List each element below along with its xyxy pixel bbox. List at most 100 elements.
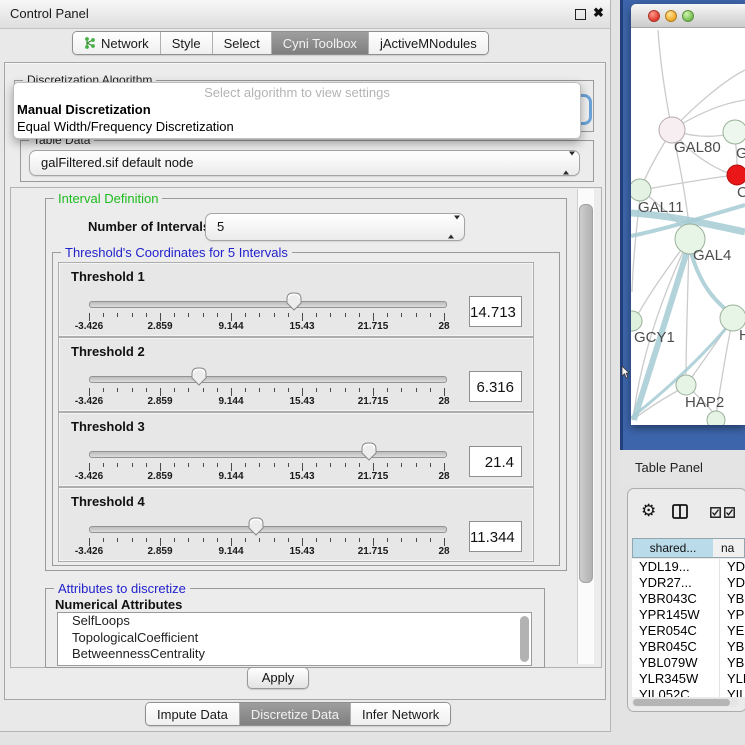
- table-row[interactable]: YBL079WYBL0: [632, 655, 745, 671]
- table-hscrollbar-track[interactable]: [632, 698, 738, 707]
- num-intervals-label: Number of Intervals: [88, 219, 210, 234]
- threshold-value-field[interactable]: 21.4: [469, 446, 522, 477]
- zoom-light[interactable]: [682, 10, 694, 22]
- cell-name[interactable]: YER0: [719, 623, 745, 639]
- checkbox-icon[interactable]: [710, 507, 721, 518]
- table-data-combo[interactable]: galFiltered.sif default node: [29, 150, 580, 176]
- threshold-panel: Threshold 3 21.4 -3.4262.8599.14415.4321…: [58, 412, 534, 487]
- bottom-tab-bar: Impute Data Discretize Data Infer Networ…: [145, 702, 451, 726]
- node-label-hap2: HAP2: [685, 394, 724, 411]
- table-hscrollbar-thumb[interactable]: [633, 699, 730, 706]
- node-gal11[interactable]: [631, 179, 651, 201]
- threshold-slider-thumb[interactable]: [361, 442, 377, 461]
- close-light[interactable]: [648, 10, 660, 22]
- numerical-attributes-list[interactable]: SelfLoopsTopologicalCoefficientBetweenne…: [57, 612, 532, 666]
- threshold-slider-track[interactable]: [89, 376, 447, 383]
- screenshot-root: Control Panel ✖ Network Style: [0, 0, 745, 745]
- cell-name[interactable]: YDR2: [719, 575, 745, 591]
- cell-name[interactable]: YDL1: [719, 559, 745, 575]
- checkbox-icon[interactable]: [724, 507, 735, 518]
- slider-tick-label: 9.144: [218, 471, 243, 482]
- close-icon[interactable]: ✖: [593, 5, 604, 21]
- column-header-name[interactable]: na: [713, 538, 745, 558]
- settings-gear-icon[interactable]: ⚙: [641, 501, 656, 521]
- table-rows[interactable]: YDL19...YDL1YDR27...YDR2YBR043CYBR0YPR14…: [632, 559, 745, 697]
- table-row[interactable]: YIL052CYIL0: [632, 687, 745, 697]
- dropdown-option-equal-width[interactable]: Equal Width/Frequency Discretization: [17, 119, 234, 134]
- threshold-slider-thumb[interactable]: [191, 367, 207, 386]
- threshold-value-field[interactable]: 6.316: [469, 371, 522, 402]
- mouse-cursor: [621, 366, 630, 379]
- column-header-shared[interactable]: shared...: [632, 538, 714, 558]
- threshold-slider-thumb[interactable]: [286, 292, 302, 311]
- cell-shared-name[interactable]: YBR045C: [632, 639, 719, 655]
- cell-name[interactable]: YBL0: [719, 655, 745, 671]
- node-clipped-top[interactable]: [723, 120, 745, 144]
- tab-label: jActiveMNodules: [380, 36, 477, 51]
- slider-tick-label: 21.715: [358, 471, 389, 482]
- cell-name[interactable]: YLR3: [719, 671, 745, 687]
- list-scrollbar-thumb[interactable]: [520, 616, 529, 662]
- threshold-slider-track[interactable]: [89, 451, 447, 458]
- cell-shared-name[interactable]: YDR27...: [632, 575, 719, 591]
- cell-name[interactable]: YIL0: [719, 687, 745, 697]
- split-columns-icon[interactable]: [672, 504, 688, 519]
- table-row[interactable]: YER054CYER0: [632, 623, 745, 639]
- cell-name[interactable]: YBR0: [719, 591, 745, 607]
- num-intervals-combo[interactable]: 5: [205, 213, 465, 241]
- attribute-item[interactable]: BetweennessCentrality: [58, 646, 531, 663]
- node-clipped-bottom[interactable]: [707, 411, 725, 425]
- table-row[interactable]: YPR145WYPR1: [632, 607, 745, 623]
- tab-discretize-data[interactable]: Discretize Data: [239, 703, 350, 725]
- settings-scrollbar-thumb[interactable]: [579, 204, 593, 583]
- node-label-clipped-mid: C: [737, 184, 745, 201]
- tab-label: Network: [101, 36, 149, 51]
- threshold-slider-track[interactable]: [89, 526, 447, 533]
- tab-label: Impute Data: [157, 707, 228, 722]
- table-row[interactable]: YLR345WYLR3: [632, 671, 745, 687]
- settings-scrollbar-track[interactable]: [577, 189, 594, 664]
- apply-button[interactable]: Apply: [247, 667, 309, 689]
- slider-tick-label: 9.144: [218, 321, 243, 332]
- network-window-titlebar[interactable]: [631, 4, 745, 28]
- dropdown-option-manual[interactable]: Manual Discretization: [17, 102, 151, 117]
- table-row[interactable]: YDL19...YDL1: [632, 559, 745, 575]
- attribute-item[interactable]: SelfLoops: [58, 613, 531, 630]
- slider-tick-label: 21.715: [358, 396, 389, 407]
- minimize-light[interactable]: [665, 10, 677, 22]
- cell-name[interactable]: YBR0: [719, 639, 745, 655]
- cell-shared-name[interactable]: YPR145W: [632, 607, 719, 623]
- cell-shared-name[interactable]: YIL052C: [632, 687, 719, 697]
- cell-name[interactable]: YPR1: [719, 607, 745, 623]
- cell-shared-name[interactable]: YER054C: [632, 623, 719, 639]
- node-label-gcy1: GCY1: [634, 329, 675, 346]
- tab-cyni-toolbox[interactable]: Cyni Toolbox: [271, 32, 368, 54]
- tab-network[interactable]: Network: [73, 32, 160, 54]
- threshold-slider-thumb[interactable]: [248, 517, 264, 536]
- node-hap2[interactable]: [676, 375, 696, 395]
- cell-shared-name[interactable]: YBR043C: [632, 591, 719, 607]
- node-highlighted-red[interactable]: [727, 165, 745, 185]
- table-panel-header: Table Panel: [620, 450, 745, 486]
- slider-tick-label: 28: [438, 396, 449, 407]
- table-row[interactable]: YDR27...YDR2: [632, 575, 745, 591]
- cell-shared-name[interactable]: YDL19...: [632, 559, 719, 575]
- table-row[interactable]: YBR043CYBR0: [632, 591, 745, 607]
- float-icon[interactable]: [575, 9, 586, 20]
- table-row[interactable]: YBR045CYBR0: [632, 639, 745, 655]
- tab-infer-network[interactable]: Infer Network: [350, 703, 450, 725]
- tab-style[interactable]: Style: [160, 32, 212, 54]
- threshold-slider-track[interactable]: [89, 301, 447, 308]
- tab-label: Select: [224, 36, 260, 51]
- network-icon: [84, 36, 96, 50]
- cell-shared-name[interactable]: YLR345W: [632, 671, 719, 687]
- tab-jactivemnodules[interactable]: jActiveMNodules: [368, 32, 488, 54]
- threshold-value-field[interactable]: 11.344: [469, 521, 522, 552]
- threshold-value-field[interactable]: 14.713: [469, 296, 522, 327]
- tab-select[interactable]: Select: [212, 32, 271, 54]
- cell-shared-name[interactable]: YBL079W: [632, 655, 719, 671]
- network-canvas[interactable]: GAL80 GA C GAL11 GAL4 GCY1 H HAP2: [631, 28, 745, 425]
- slider-tick-label: 15.43: [289, 546, 314, 557]
- tab-impute-data[interactable]: Impute Data: [146, 703, 239, 725]
- attribute-item[interactable]: TopologicalCoefficient: [58, 630, 531, 647]
